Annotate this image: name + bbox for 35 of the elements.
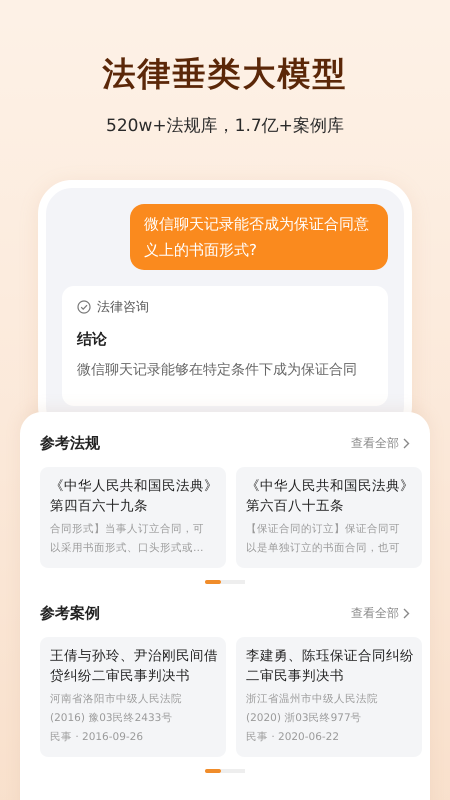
card-title: 王倩与孙玲、尹治刚民间借: [50, 647, 218, 666]
card-title: 第六百八十五条: [246, 497, 345, 516]
card-title: 贷纠纷二审民事判决书: [50, 667, 191, 686]
card-detail: (2016) 豫03民终2433号: [50, 711, 174, 726]
card-detail: (2020) 浙03民终977号: [246, 711, 363, 726]
card-title: 《中华人民共和国民法典》: [246, 477, 414, 496]
reference-card[interactable]: 《中华人民共和国民法典》 第四百六十九条 合同形式】当事人订立合同，可 以采用书面形式、口头形式或…: [40, 467, 226, 568]
card-detail: 民事 · 2016-09-26: [50, 730, 144, 745]
card-detail: 民事 · 2020-06-22: [246, 730, 340, 745]
card-detail: 以是单独订立的书面合同，也可: [246, 541, 401, 556]
section-title: 参考法规: [40, 434, 100, 453]
answer-tag: 法律咨询: [97, 298, 149, 316]
card-detail: 以采用书面形式、口头形式或…: [50, 541, 204, 556]
reference-card[interactable]: 王倩与孙玲、尹治刚民间借 贷纠纷二审民事判决书 河南省洛阳市中级人民法院 (2016) 豫03民终2433号 民事 · 2016-09-26: [40, 637, 226, 757]
view-all-link[interactable]: 查看全部: [351, 435, 410, 452]
chevron-right-icon: [403, 608, 410, 619]
view-all-link[interactable]: 查看全部: [351, 605, 410, 622]
check-circle-icon: [77, 300, 91, 314]
question-bubble: 微信聊天记录能否成为保证合同意义上的书面形式?: [130, 204, 388, 270]
answer-heading: 结论: [77, 330, 108, 349]
card-detail: 浙江省温州市中级人民法院: [246, 692, 379, 707]
card-title: 李建勇、陈珏保证合同纠纷: [246, 647, 414, 666]
headline: 法律垂类大模型: [102, 53, 348, 95]
card-detail: 合同形式】当事人订立合同，可: [50, 522, 205, 537]
section-title: 参考案例: [40, 604, 100, 623]
reference-card[interactable]: 《中华人民共和国民法典》 第六百八十五条 【保证合同的订立】保证合同可 以是单独订立的书面合同，也可: [236, 467, 422, 568]
subtitle: 520w+法规库，1.7亿+案例库: [106, 115, 344, 138]
chevron-right-icon: [403, 438, 410, 449]
answer-text: 微信聊天记录能够在特定条件下成为保证合同: [77, 361, 358, 379]
card-title: 二审民事判决书: [246, 667, 345, 686]
card-title: 第四百六十九条: [50, 497, 149, 516]
card-detail: 【保证合同的订立】保证合同可: [246, 522, 401, 537]
card-title: 《中华人民共和国民法典》: [50, 477, 218, 496]
reference-card[interactable]: 李建勇、陈珏保证合同纠纷 二审民事判决书 浙江省温州市中级人民法院 (2020) 浙03民终977号 民事 · 2020-06-22: [236, 637, 422, 757]
card-detail: 河南省洛阳市中级人民法院: [50, 692, 183, 707]
